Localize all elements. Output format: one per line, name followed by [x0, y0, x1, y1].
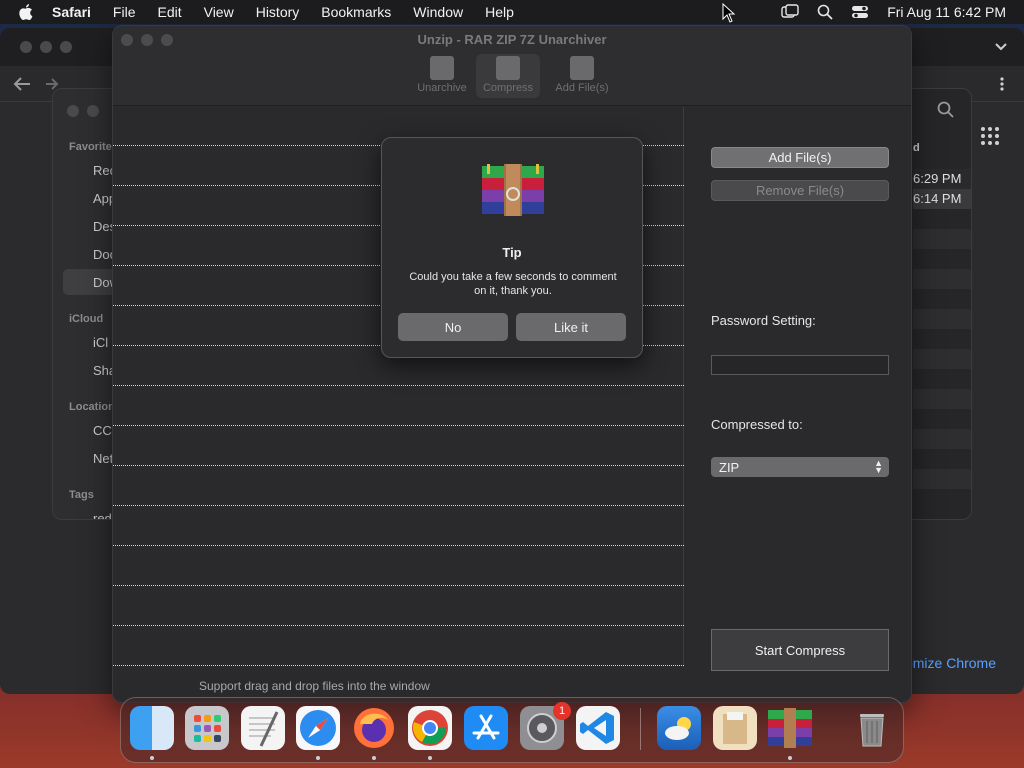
remove-files-button[interactable]: Remove File(s)	[711, 180, 889, 201]
password-setting-label: Password Setting:	[711, 313, 816, 328]
add-file-icon	[570, 56, 594, 80]
finder-close-button[interactable]	[67, 105, 79, 117]
archive-utility-dock-icon[interactable]	[713, 706, 757, 750]
app-store-dock-icon[interactable]	[464, 706, 508, 750]
format-select[interactable]: ZIP ▲ ▼	[711, 457, 889, 477]
safari-dock-icon[interactable]	[296, 706, 340, 750]
unarchive-icon	[430, 56, 454, 80]
icloud-header: iCloud	[69, 313, 104, 325]
textedit-dock-icon[interactable]	[241, 706, 285, 750]
screen-mirroring-icon[interactable]	[781, 4, 799, 20]
password-field[interactable]	[711, 355, 889, 375]
menu-app-name[interactable]: Safari	[52, 4, 91, 20]
drag-drop-hint: Support drag and drop files into the win…	[199, 679, 430, 693]
finder-date-column: d 6:29 PM 6:14 PM	[913, 89, 971, 519]
window-title: Unzip - RAR ZIP 7Z Unarchiver	[417, 32, 607, 47]
menu-help[interactable]: Help	[485, 4, 514, 20]
sidebar-item[interactable]: iCl	[93, 335, 108, 350]
customize-chrome-link[interactable]: omize Chrome	[905, 655, 996, 671]
dock: 1	[120, 697, 904, 763]
firefox-dock-icon[interactable]	[352, 706, 396, 750]
spotlight-search-icon[interactable]	[817, 4, 833, 20]
locations-header: Location	[69, 401, 115, 413]
apps-grid-icon[interactable]	[980, 126, 1000, 146]
control-center-icon[interactable]	[851, 4, 869, 20]
menu-window[interactable]: Window	[413, 4, 463, 20]
more-vertical-icon[interactable]	[994, 76, 1010, 92]
add-files-button[interactable]: Add File(s)	[711, 147, 889, 168]
finder-sidebar: Favorite Rec App Des Doc Dow iCloud iCl …	[53, 89, 119, 519]
dialog-title: Tip	[502, 245, 522, 260]
unarchive-button[interactable]: Unarchive	[410, 54, 474, 98]
menu-bookmarks[interactable]: Bookmarks	[321, 4, 391, 20]
sidebar-item[interactable]: CC	[93, 423, 112, 438]
menu-clock[interactable]: Fri Aug 11 6:42 PM	[887, 4, 1006, 20]
minimize-button[interactable]	[40, 41, 52, 53]
close-button[interactable]	[20, 41, 32, 53]
date-cell: 6:14 PM	[913, 191, 962, 206]
menu-view[interactable]: View	[204, 4, 234, 20]
favorites-header: Favorite	[69, 141, 112, 153]
launchpad-dock-icon[interactable]	[185, 706, 229, 750]
trash-dock-icon[interactable]	[850, 706, 894, 750]
unzip-dock-icon[interactable]	[768, 706, 812, 750]
dock-separator	[640, 708, 641, 750]
weather-dock-icon[interactable]	[657, 706, 701, 750]
add-files-toolbar-button[interactable]: Add File(s)	[549, 54, 615, 98]
apple-icon[interactable]	[18, 3, 38, 21]
dialog-message: Could you take a few seconds to comment …	[409, 271, 617, 297]
chevron-down-icon[interactable]	[994, 42, 1008, 52]
chrome-dock-icon[interactable]	[408, 706, 452, 750]
zoom-button[interactable]	[60, 41, 72, 53]
unzip-titlebar: Unzip - RAR ZIP 7Z Unarchiver Unarchive …	[113, 26, 911, 106]
column-header[interactable]: d	[913, 142, 920, 154]
compressed-to-label: Compressed to:	[711, 417, 803, 432]
menu-bar: Safari File Edit View History Bookmarks …	[0, 0, 1024, 24]
rar-archive-icon	[482, 164, 544, 216]
back-arrow-icon[interactable]	[12, 76, 32, 92]
tip-dialog: Tip Could you take a few seconds to comm…	[381, 137, 643, 358]
sidebar-item[interactable]: red	[93, 511, 112, 519]
finder-dock-icon[interactable]	[130, 706, 174, 750]
select-arrows-icon: ▲ ▼	[874, 458, 883, 475]
menu-file[interactable]: File	[113, 4, 136, 20]
like-it-button[interactable]: Like it	[516, 313, 626, 341]
compress-button[interactable]: Compress	[476, 54, 540, 98]
unzip-window: Unzip - RAR ZIP 7Z Unarchiver Unarchive …	[112, 25, 912, 703]
mouse-cursor-icon	[722, 3, 736, 23]
menu-history[interactable]: History	[256, 4, 300, 20]
format-select-value: ZIP	[719, 459, 740, 475]
sidebar-item[interactable]: Net	[93, 451, 113, 466]
no-button[interactable]: No	[398, 313, 508, 341]
search-icon[interactable]	[937, 101, 955, 119]
finder-minimize-button[interactable]	[87, 105, 99, 117]
date-cell: 6:29 PM	[913, 171, 962, 186]
compress-icon	[496, 56, 520, 80]
start-compress-button[interactable]: Start Compress	[711, 629, 889, 671]
notification-badge: 1	[553, 702, 571, 720]
tags-header: Tags	[69, 489, 94, 501]
menu-edit[interactable]: Edit	[157, 4, 181, 20]
menu-extras: Fri Aug 11 6:42 PM	[781, 0, 1006, 24]
vscode-dock-icon[interactable]	[576, 706, 620, 750]
